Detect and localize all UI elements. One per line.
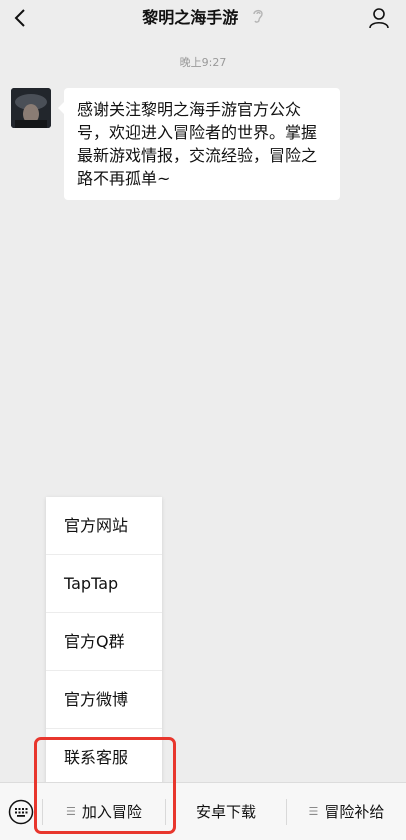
submenu-item-qq-group[interactable]: 官方Q群 [46, 613, 162, 671]
menu-join-adventure[interactable]: ☰ 加入冒险 [43, 783, 165, 840]
submenu-item-official-website[interactable]: 官方网站 [46, 497, 162, 555]
message-timestamp: 晚上9:27 [179, 56, 227, 69]
submenu-label: 联系客服 [64, 748, 129, 767]
keyboard-toggle-button[interactable] [8, 799, 34, 825]
submenu-lines-icon: ☰ [66, 805, 76, 818]
submenu-item-customer-service[interactable]: 联系客服 [46, 729, 162, 786]
submenu-popup: 官方网站 TapTap 官方Q群 官方微博 联系客服 [46, 497, 162, 786]
menu-label: 安卓下载 [195, 803, 256, 821]
page-title: 黎明之海手游 [142, 8, 239, 27]
submenu-label: 官方Q群 [64, 632, 125, 651]
submenu-item-weibo[interactable]: 官方微博 [46, 671, 162, 729]
bottom-menu-bar: ☰ 加入冒险 安卓下载 ☰ 冒险补给 [0, 782, 406, 840]
title-area: 黎明之海手游 [0, 8, 406, 29]
message-text: 感谢关注黎明之海手游官方公众号，欢迎进入冒险者的世界。掌握最新游戏情报，交流经验… [77, 100, 318, 188]
submenu-item-taptap[interactable]: TapTap [46, 555, 162, 613]
top-bar: 黎明之海手游 [0, 0, 406, 38]
submenu-lines-icon: ☰ [308, 805, 319, 818]
submenu-label: TapTap [64, 574, 119, 593]
person-icon [369, 8, 389, 29]
ear-icon [252, 8, 264, 29]
menu-label: 冒险补给 [324, 803, 385, 821]
menu-adventure-supply[interactable]: ☰ 冒险补给 [287, 783, 406, 840]
avatar[interactable] [11, 88, 51, 128]
submenu-label: 官方微博 [64, 690, 129, 709]
menu-android-download[interactable]: 安卓下载 [166, 783, 286, 840]
submenu-label: 官方网站 [64, 516, 129, 535]
menu-label: 加入冒险 [81, 803, 142, 821]
message-bubble[interactable]: 感谢关注黎明之海手游官方公众号，欢迎进入冒险者的世界。掌握最新游戏情报，交流经验… [58, 88, 340, 200]
keyboard-icon [8, 799, 34, 825]
avatar-image [11, 88, 51, 128]
profile-button[interactable] [366, 5, 392, 31]
